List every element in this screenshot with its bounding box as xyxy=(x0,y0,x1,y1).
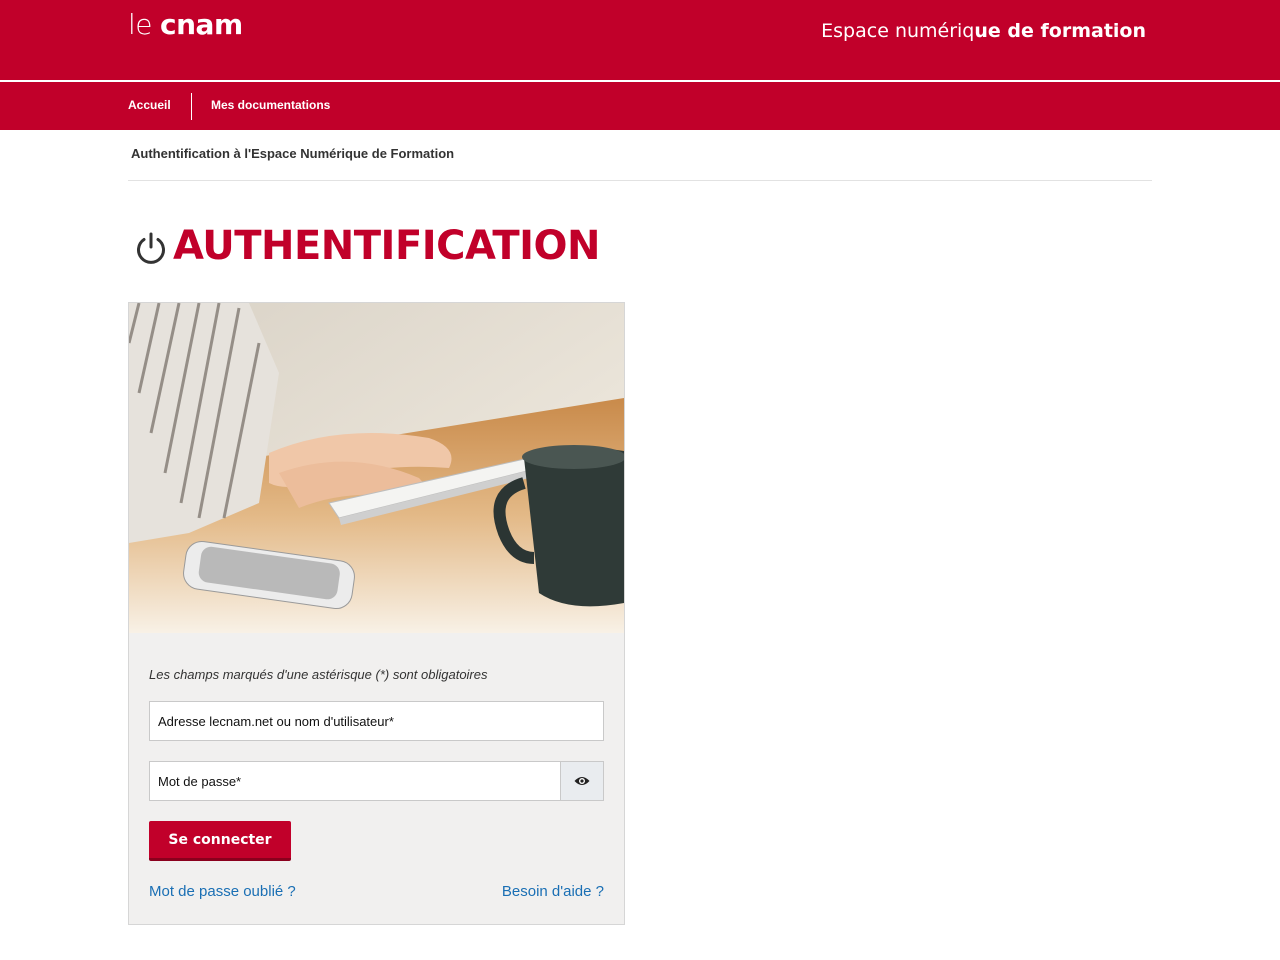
top-header: le cnam Espace numérique de formation xyxy=(0,0,1280,80)
main-nav: Accueil Mes documentations xyxy=(0,82,1280,130)
help-link[interactable]: Besoin d'aide ? xyxy=(502,883,604,900)
site-title: Espace numérique de formation xyxy=(821,20,1146,42)
nav-divider xyxy=(191,93,192,120)
power-icon xyxy=(137,232,165,264)
login-card: Les champs marqués d'une astérisque (*) … xyxy=(128,302,625,925)
required-fields-note: Les champs marqués d'une astérisque (*) … xyxy=(149,667,488,682)
eye-icon xyxy=(574,777,590,785)
hero-image xyxy=(129,303,624,633)
password-input[interactable] xyxy=(149,761,561,801)
breadcrumb: Authentification à l'Espace Numérique de… xyxy=(131,146,455,161)
nav-item-accueil[interactable]: Accueil xyxy=(128,82,171,130)
logo-cnam: cnam xyxy=(160,8,243,41)
nav-item-mes-documentations[interactable]: Mes documentations xyxy=(211,82,330,130)
site-title-light: Espace numériq xyxy=(821,20,975,42)
site-title-bold: ue de formation xyxy=(974,20,1146,42)
page-title: AUTHENTIFICATION xyxy=(173,223,601,269)
logo-le: le xyxy=(128,8,153,41)
cnam-logo[interactable]: le cnam xyxy=(128,8,243,41)
breadcrumb-divider xyxy=(128,180,1152,181)
show-password-button[interactable] xyxy=(560,761,604,801)
forgot-password-link[interactable]: Mot de passe oublié ? xyxy=(149,883,296,900)
username-input[interactable] xyxy=(149,701,604,741)
login-button[interactable]: Se connecter xyxy=(149,821,291,861)
